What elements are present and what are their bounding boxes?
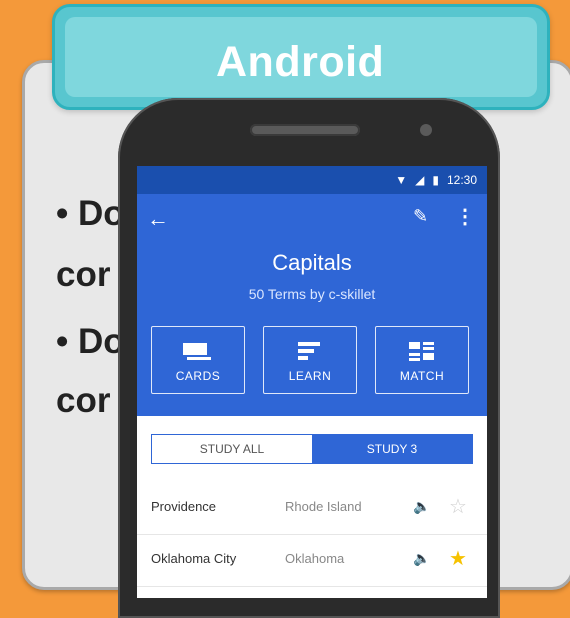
phone-camera: [420, 124, 432, 136]
speaker-icon[interactable]: 🔈: [413, 498, 430, 515]
set-subtitle: 50 Terms by c-skillet: [248, 286, 376, 302]
bullet-line-2: cor: [56, 255, 111, 294]
match-label: MATCH: [399, 369, 445, 383]
bullet-line-1: • Do: [56, 194, 125, 233]
cards-label: CARDS: [175, 369, 221, 383]
signal-icon: ◢: [415, 173, 425, 187]
phone-screen: ▼ ◢ ▮ 12:30 ← ✎ ⋮ Capitals 50 Terms by c…: [137, 166, 487, 598]
match-button[interactable]: MATCH: [375, 326, 469, 394]
wifi-icon: ▼: [395, 173, 408, 187]
more-vert-icon[interactable]: ⋮: [455, 204, 475, 229]
learn-icon: [264, 341, 356, 360]
term-row[interactable]: Oklahoma City Oklahoma 🔈 ★: [137, 536, 487, 587]
app-header: ← ✎ ⋮ Capitals 50 Terms by c-skillet CAR…: [137, 194, 487, 416]
definition-text: Rhode Island: [285, 499, 362, 514]
bullet-line-3: • Do: [56, 322, 125, 361]
term-text: Providence: [151, 499, 217, 514]
cards-icon: [152, 341, 244, 360]
star-outline-icon[interactable]: ☆: [449, 494, 467, 519]
set-title: Capitals: [272, 250, 352, 275]
definition-text: Oklahoma: [285, 551, 345, 566]
study-starred-tab[interactable]: STUDY 3: [312, 435, 472, 463]
cards-button[interactable]: CARDS: [151, 326, 245, 394]
edit-pencil-icon[interactable]: ✎: [413, 206, 428, 227]
learn-label: LEARN: [288, 369, 332, 383]
learn-button[interactable]: LEARN: [263, 326, 357, 394]
status-time: 12:30: [446, 173, 477, 187]
star-filled-icon[interactable]: ★: [449, 546, 467, 571]
bullet-line-4: cor: [56, 381, 111, 420]
slide-title: Android: [216, 38, 385, 86]
speaker-icon[interactable]: 🔈: [413, 550, 430, 567]
back-arrow-icon[interactable]: ←: [147, 206, 169, 232]
match-icon: [376, 341, 468, 361]
term-row[interactable]: Providence Rhode Island 🔈 ☆: [137, 484, 487, 535]
term-text: Oklahoma City: [151, 551, 237, 566]
study-toggle: STUDY ALL STUDY 3: [151, 434, 473, 464]
study-all-tab[interactable]: STUDY ALL: [152, 435, 312, 463]
status-bar: ▼ ◢ ▮ 12:30: [137, 166, 487, 194]
battery-icon: ▮: [432, 173, 439, 187]
phone-speaker: [250, 124, 360, 136]
